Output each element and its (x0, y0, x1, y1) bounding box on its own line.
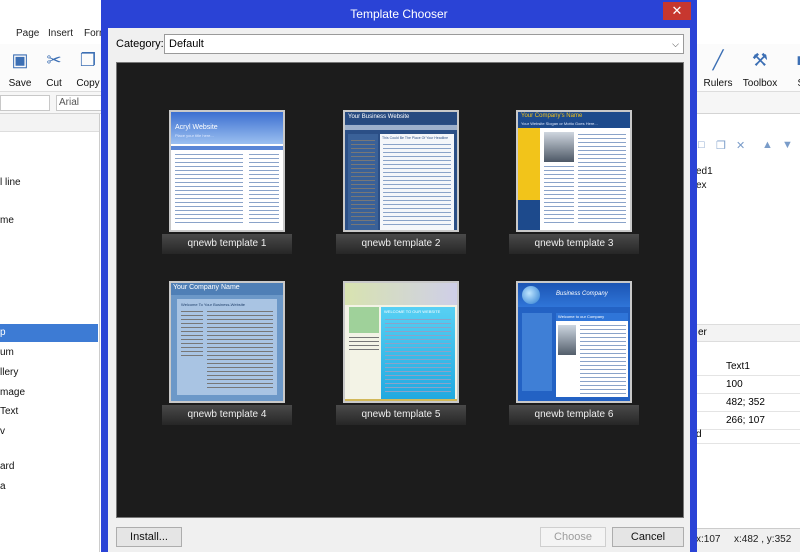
tool-text[interactable]: Text (0, 403, 98, 421)
template-name-2: qnewb template 2 (336, 234, 466, 254)
template-card-5[interactable]: WELCOME TO OUR WEBSITE qnewb template 5 (336, 281, 466, 436)
menu-insert[interactable]: Insert (48, 28, 73, 39)
status-size: x:107 (696, 534, 721, 545)
property-row[interactable]: 100 (696, 376, 800, 394)
template-card-6[interactable]: Business Company Welcome to our Company … (509, 281, 639, 436)
status-position: x:482 , y:352 (734, 534, 792, 545)
style-dropdown[interactable] (0, 95, 50, 111)
template-thumbnail-5: WELCOME TO OUR WEBSITE (343, 281, 459, 403)
toolbox-header (0, 114, 99, 132)
arrow-up-icon[interactable]: ▲ (762, 139, 773, 151)
chevron-down-icon: ⌵ (672, 39, 679, 49)
property-row[interactable]: Text1 (696, 358, 800, 376)
property-row[interactable]: d (696, 426, 800, 444)
choose-button[interactable]: Choose (540, 527, 606, 547)
template-thumbnail-2: Your Business Website This Could Be The … (343, 110, 459, 232)
object-list-item[interactable]: ed1 (696, 166, 713, 177)
template-6-heading: Business Company (556, 291, 608, 297)
template-chooser-dialog: Template Chooser ✕ Category: Default ⌵ A… (101, 0, 697, 552)
arrow-down-icon[interactable]: ▼ (782, 139, 793, 151)
rulers-button[interactable]: ╱ Rulers (698, 48, 738, 90)
properties-header: er (696, 324, 800, 342)
template-2-heading: Your Business Website (348, 114, 410, 120)
template-card-4[interactable]: Your Company Name Welcome To Your Busine… (162, 281, 292, 436)
dialog-body: Category: Default ⌵ Acryl Website Place … (108, 28, 690, 552)
template-name-6: qnewb template 6 (509, 405, 639, 425)
font-dropdown[interactable]: Arial (56, 95, 104, 111)
toolbox-panel: l line me p um llery mage Text v ard a (0, 114, 100, 552)
template-4-tagline: Welcome To Your Business-Website (181, 302, 246, 307)
tool-a[interactable]: a (0, 478, 98, 496)
template-1-tagline: Place your title here... (175, 133, 214, 138)
template-4-heading: Your Company Name (173, 284, 240, 291)
template-thumbnail-1: Acryl Website Place your title here... (169, 110, 285, 232)
install-button[interactable]: Install... (116, 527, 182, 547)
menu-item[interactable] (0, 28, 1, 39)
delete-icon[interactable]: ✕ (736, 139, 745, 152)
category-select[interactable]: Default ⌵ (164, 34, 684, 54)
tool-line[interactable]: l line (0, 174, 98, 192)
template-gallery: Acryl Website Place your title here... q… (116, 62, 684, 518)
status-bar: x:107 x:482 , y:352 (696, 528, 800, 552)
template-card-2[interactable]: Your Business Website This Could Be The … (336, 110, 466, 265)
template-card-1[interactable]: Acryl Website Place your title here... q… (162, 110, 292, 265)
template-2-tagline: This Could Be The Place Of Your Headline (382, 136, 449, 140)
tool-image[interactable]: mage (0, 384, 98, 402)
menu-page[interactable]: Page (16, 28, 39, 39)
template-6-tagline: Welcome to our Company (558, 314, 605, 319)
object-list-item[interactable]: ex (696, 180, 707, 191)
template-thumbnail-6: Business Company Welcome to our Company (516, 281, 632, 403)
dialog-title: Template Chooser (350, 7, 448, 21)
template-thumbnail-4: Your Company Name Welcome To Your Busine… (169, 281, 285, 403)
template-5-heading: WELCOME TO OUR WEBSITE (384, 309, 441, 314)
ruler-icon: ╱ (712, 50, 724, 70)
template-name-5: qnewb template 5 (336, 405, 466, 425)
tool-gallery[interactable]: llery (0, 364, 98, 382)
copy-icon[interactable]: ❐ (716, 139, 726, 152)
tool-frame[interactable]: me (0, 212, 98, 230)
property-row[interactable]: 482; 352 (696, 394, 800, 412)
site-button[interactable]: ■ Si (782, 48, 800, 90)
tool-selected[interactable]: p (0, 324, 98, 342)
template-3-tagline: Your Website Slogan or Motto Goes Here..… (521, 121, 598, 126)
toolbox-button[interactable]: ⚒ Toolbox (740, 48, 780, 90)
page-icon[interactable]: □ (698, 139, 705, 151)
tool-card[interactable]: ard (0, 458, 98, 476)
category-value: Default (169, 38, 204, 50)
template-name-3: qnewb template 3 (509, 234, 639, 254)
template-name-1: qnewb template 1 (162, 234, 292, 254)
site-icon: ■ (782, 48, 800, 72)
toolbox-icon: ⚒ (751, 50, 769, 70)
category-label: Category: (116, 38, 164, 50)
template-name-4: qnewb template 4 (162, 405, 292, 425)
tool-view[interactable]: v (0, 423, 98, 441)
menu-format[interactable]: Forr (84, 28, 102, 39)
close-icon[interactable]: ✕ (663, 2, 691, 20)
properties-panel: □ ❐ ✕ ▲ ▼ ed1 ex er Text1 100 482; 352 2… (696, 114, 800, 552)
template-1-heading: Acryl Website (175, 124, 218, 131)
template-3-heading: Your Company's Name (521, 113, 583, 119)
cancel-button[interactable]: Cancel (612, 527, 684, 547)
tool-album[interactable]: um (0, 344, 98, 362)
template-card-3[interactable]: Your Company's Name Your Website Slogan … (509, 110, 639, 265)
panel-toolbar: □ ❐ ✕ ▲ ▼ (696, 136, 800, 156)
template-thumbnail-3: Your Company's Name Your Website Slogan … (516, 110, 632, 232)
